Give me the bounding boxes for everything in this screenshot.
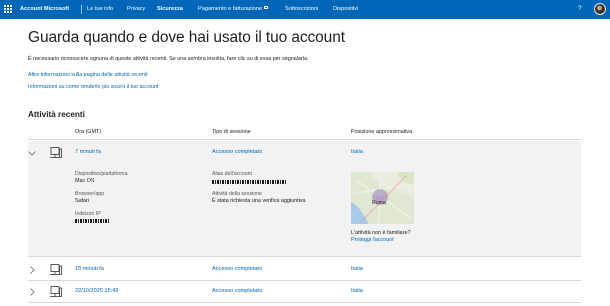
nav-item-pagamento-label: Pagamento e fatturazione — [198, 6, 263, 12]
row-divider — [28, 302, 581, 303]
row-session-type[interactable]: Accesso completato — [212, 266, 262, 272]
row-session-type[interactable]: Accesso completato — [212, 149, 262, 155]
row-time[interactable]: 7 minuti fa — [75, 149, 101, 155]
app-launcher-icon[interactable] — [4, 5, 12, 13]
nav-item-le-tue-info[interactable]: Le tue info — [87, 6, 113, 12]
row-time[interactable]: 22/10/2025 15:49 — [75, 288, 119, 294]
activity-label: Attività della sessione — [212, 191, 262, 197]
location-map: Roma — [351, 172, 414, 224]
row-time[interactable]: 15 minuti fa — [75, 266, 104, 272]
brand-title[interactable]: Account Microsoft — [20, 6, 69, 12]
header-divider — [28, 139, 581, 140]
platform-label: Dispositivo/piattaforma — [75, 171, 128, 177]
help-icon[interactable]: ? — [578, 5, 582, 12]
computer-icon — [50, 286, 62, 297]
security-info-link[interactable]: Informazioni su come renderlo più sicuro… — [28, 84, 158, 90]
nav-item-sottoscrizioni[interactable]: Sottoscrizioni — [285, 6, 318, 12]
unfamiliar-activity-text: L'attività non è familiare? — [351, 230, 411, 236]
row-divider — [28, 256, 581, 257]
column-header-location: Posizione approssimativa — [351, 129, 413, 135]
browser-label: Browser/app — [75, 191, 105, 197]
top-bar: Account Microsoft Le tue info Privacy Si… — [0, 0, 610, 19]
row-location[interactable]: Italia — [351, 149, 363, 155]
row-location[interactable]: Italia — [351, 288, 363, 294]
nav-item-pagamento[interactable]: Pagamento e fatturazione — [198, 6, 269, 12]
external-link-icon — [264, 6, 269, 9]
nav-item-dispositivi[interactable]: Dispositivi — [333, 6, 358, 12]
alias-value-redacted — [212, 180, 287, 184]
computer-icon — [50, 264, 62, 275]
row-location[interactable]: Italia — [351, 266, 363, 272]
ip-label: Indirizzo IP — [75, 211, 101, 217]
column-header-session: Tipo di sessione — [212, 129, 251, 135]
row-session-type[interactable]: Accesso completato — [212, 288, 262, 294]
chevron-right-icon[interactable] — [28, 288, 36, 296]
nav-item-privacy[interactable]: Privacy — [127, 6, 145, 12]
alias-label: Alias dell'account — [212, 171, 252, 177]
avatar[interactable] — [594, 3, 606, 15]
nav-divider — [81, 5, 82, 14]
activity-info-link[interactable]: Altre informazioni sulla pagina delle at… — [28, 72, 148, 78]
nav-item-sicurezza[interactable]: Sicurezza — [157, 6, 183, 12]
section-title: Attività recenti — [28, 110, 85, 119]
chevron-down-icon[interactable] — [28, 149, 36, 157]
protect-account-link[interactable]: Proteggi l'account — [351, 237, 394, 243]
activity-value: È stata richiesta una verifica aggiuntiv… — [212, 198, 306, 204]
column-header-time: Ora (GMT) — [75, 129, 102, 135]
browser-value: Safari — [75, 198, 90, 204]
row-divider — [28, 280, 581, 281]
ip-value-redacted — [75, 219, 110, 223]
computer-icon — [50, 147, 62, 158]
page-title: Guarda quando e dove hai usato il tuo ac… — [28, 29, 345, 46]
map-city-label: Roma — [372, 200, 386, 206]
platform-value: Mac OS — [75, 178, 95, 184]
intro-text: È necessario riconoscere ognuna di quest… — [28, 56, 309, 62]
map-graphic — [351, 172, 414, 224]
chevron-right-icon[interactable] — [28, 266, 36, 274]
